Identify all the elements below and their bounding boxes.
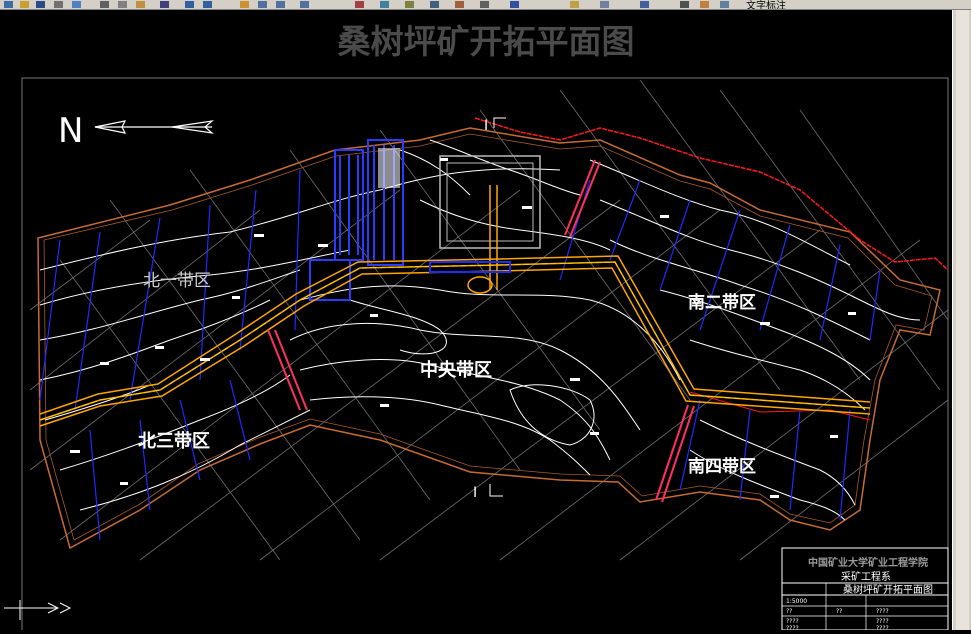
paste-icon[interactable] xyxy=(136,1,145,8)
zoom-realtime-icon[interactable] xyxy=(258,1,267,8)
match-icon[interactable] xyxy=(160,1,169,8)
title-block-drawing-name: 桑树坪矿开拓平面图 xyxy=(843,583,933,596)
preview-icon[interactable] xyxy=(72,1,81,8)
drawing-canvas[interactable]: 桑树坪矿开拓平面图 N I I 北一带区 北三带区 中央带区 南二带区 南四带区… xyxy=(0,10,952,634)
zoom-window-icon[interactable] xyxy=(276,1,285,8)
drawing-title: 桑树坪矿开拓平面图 xyxy=(338,22,635,61)
zone-divider-lines xyxy=(267,159,695,503)
zone-label-nan-er: 南二带区 xyxy=(688,292,756,313)
cad-toolbar: 文字标注 xyxy=(0,0,971,10)
cad-drawing: 桑树坪矿开拓平面图 N I I 北一带区 北三带区 中央带区 南二带区 南四带区… xyxy=(4,22,949,634)
title-block-scale: 1:5000 xyxy=(786,598,807,605)
north-arrow-icon xyxy=(94,120,214,134)
north-arrow-label: N xyxy=(58,111,83,151)
zone-label-bei-san: 北三带区 xyxy=(138,431,210,452)
zone-label-nan-si: 南四带区 xyxy=(688,456,756,477)
style-icon[interactable] xyxy=(640,1,649,8)
text-style-icon[interactable] xyxy=(680,1,689,8)
print-icon[interactable] xyxy=(54,1,63,8)
open-folder-icon[interactable] xyxy=(20,1,29,8)
calculator-icon[interactable] xyxy=(480,1,489,8)
title-block-department: 采矿工程系 xyxy=(841,570,891,583)
zone-label-bei-yi: 北一带区 xyxy=(143,271,211,291)
copy-icon[interactable] xyxy=(118,1,127,8)
coordinate-grid xyxy=(29,79,949,561)
markup-icon[interactable] xyxy=(455,1,464,8)
title-block-r1c1: ?? xyxy=(786,608,792,615)
cut-icon[interactable] xyxy=(100,1,109,8)
table-style-icon[interactable] xyxy=(720,1,729,8)
layer-icon[interactable] xyxy=(570,1,579,8)
text-style-label[interactable]: 文字标注 xyxy=(746,0,786,9)
title-block-institution: 中国矿业大学矿业工程学院 xyxy=(808,556,928,569)
sheet-set-icon[interactable] xyxy=(430,1,439,8)
vertical-scrollbar[interactable] xyxy=(952,10,971,630)
pan-icon[interactable] xyxy=(240,1,249,8)
ucs-icon xyxy=(4,600,72,620)
title-block-r3c3: ???? xyxy=(876,625,889,630)
section-marker-bottom-tick xyxy=(489,484,503,497)
contour-lines xyxy=(39,139,921,521)
title-block: 中国矿业大学矿业工程学院 采矿工程系 桑树坪矿开拓平面图 1:5000 ?? ?… xyxy=(781,547,949,632)
title-block-r2c3: ???? xyxy=(876,618,889,625)
section-marker-top: I xyxy=(484,118,488,134)
help-icon[interactable] xyxy=(510,1,519,8)
undo-icon[interactable] xyxy=(185,1,194,8)
title-block-r2c1: ???? xyxy=(786,618,799,625)
title-block-r1c3: ???? xyxy=(876,608,889,615)
new-file-icon[interactable] xyxy=(4,1,13,8)
title-block-r3c1: ???? xyxy=(786,625,799,630)
properties-icon[interactable] xyxy=(355,1,364,8)
section-marker-bottom: I xyxy=(473,485,477,501)
scrollbar-track[interactable] xyxy=(956,10,969,630)
zoom-previous-icon[interactable] xyxy=(300,1,309,8)
mine-boundary xyxy=(37,127,941,550)
tool-palette-icon[interactable] xyxy=(405,1,414,8)
zone-label-zhong-yang: 中央带区 xyxy=(420,359,492,381)
layer-state-icon[interactable] xyxy=(600,1,609,8)
redo-icon[interactable] xyxy=(203,1,212,8)
dim-style-icon[interactable] xyxy=(700,1,709,8)
design-center-icon[interactable] xyxy=(380,1,389,8)
title-block-r1c2: ?? xyxy=(836,608,842,615)
shaft-hatching xyxy=(378,148,400,188)
save-icon[interactable] xyxy=(36,1,45,8)
